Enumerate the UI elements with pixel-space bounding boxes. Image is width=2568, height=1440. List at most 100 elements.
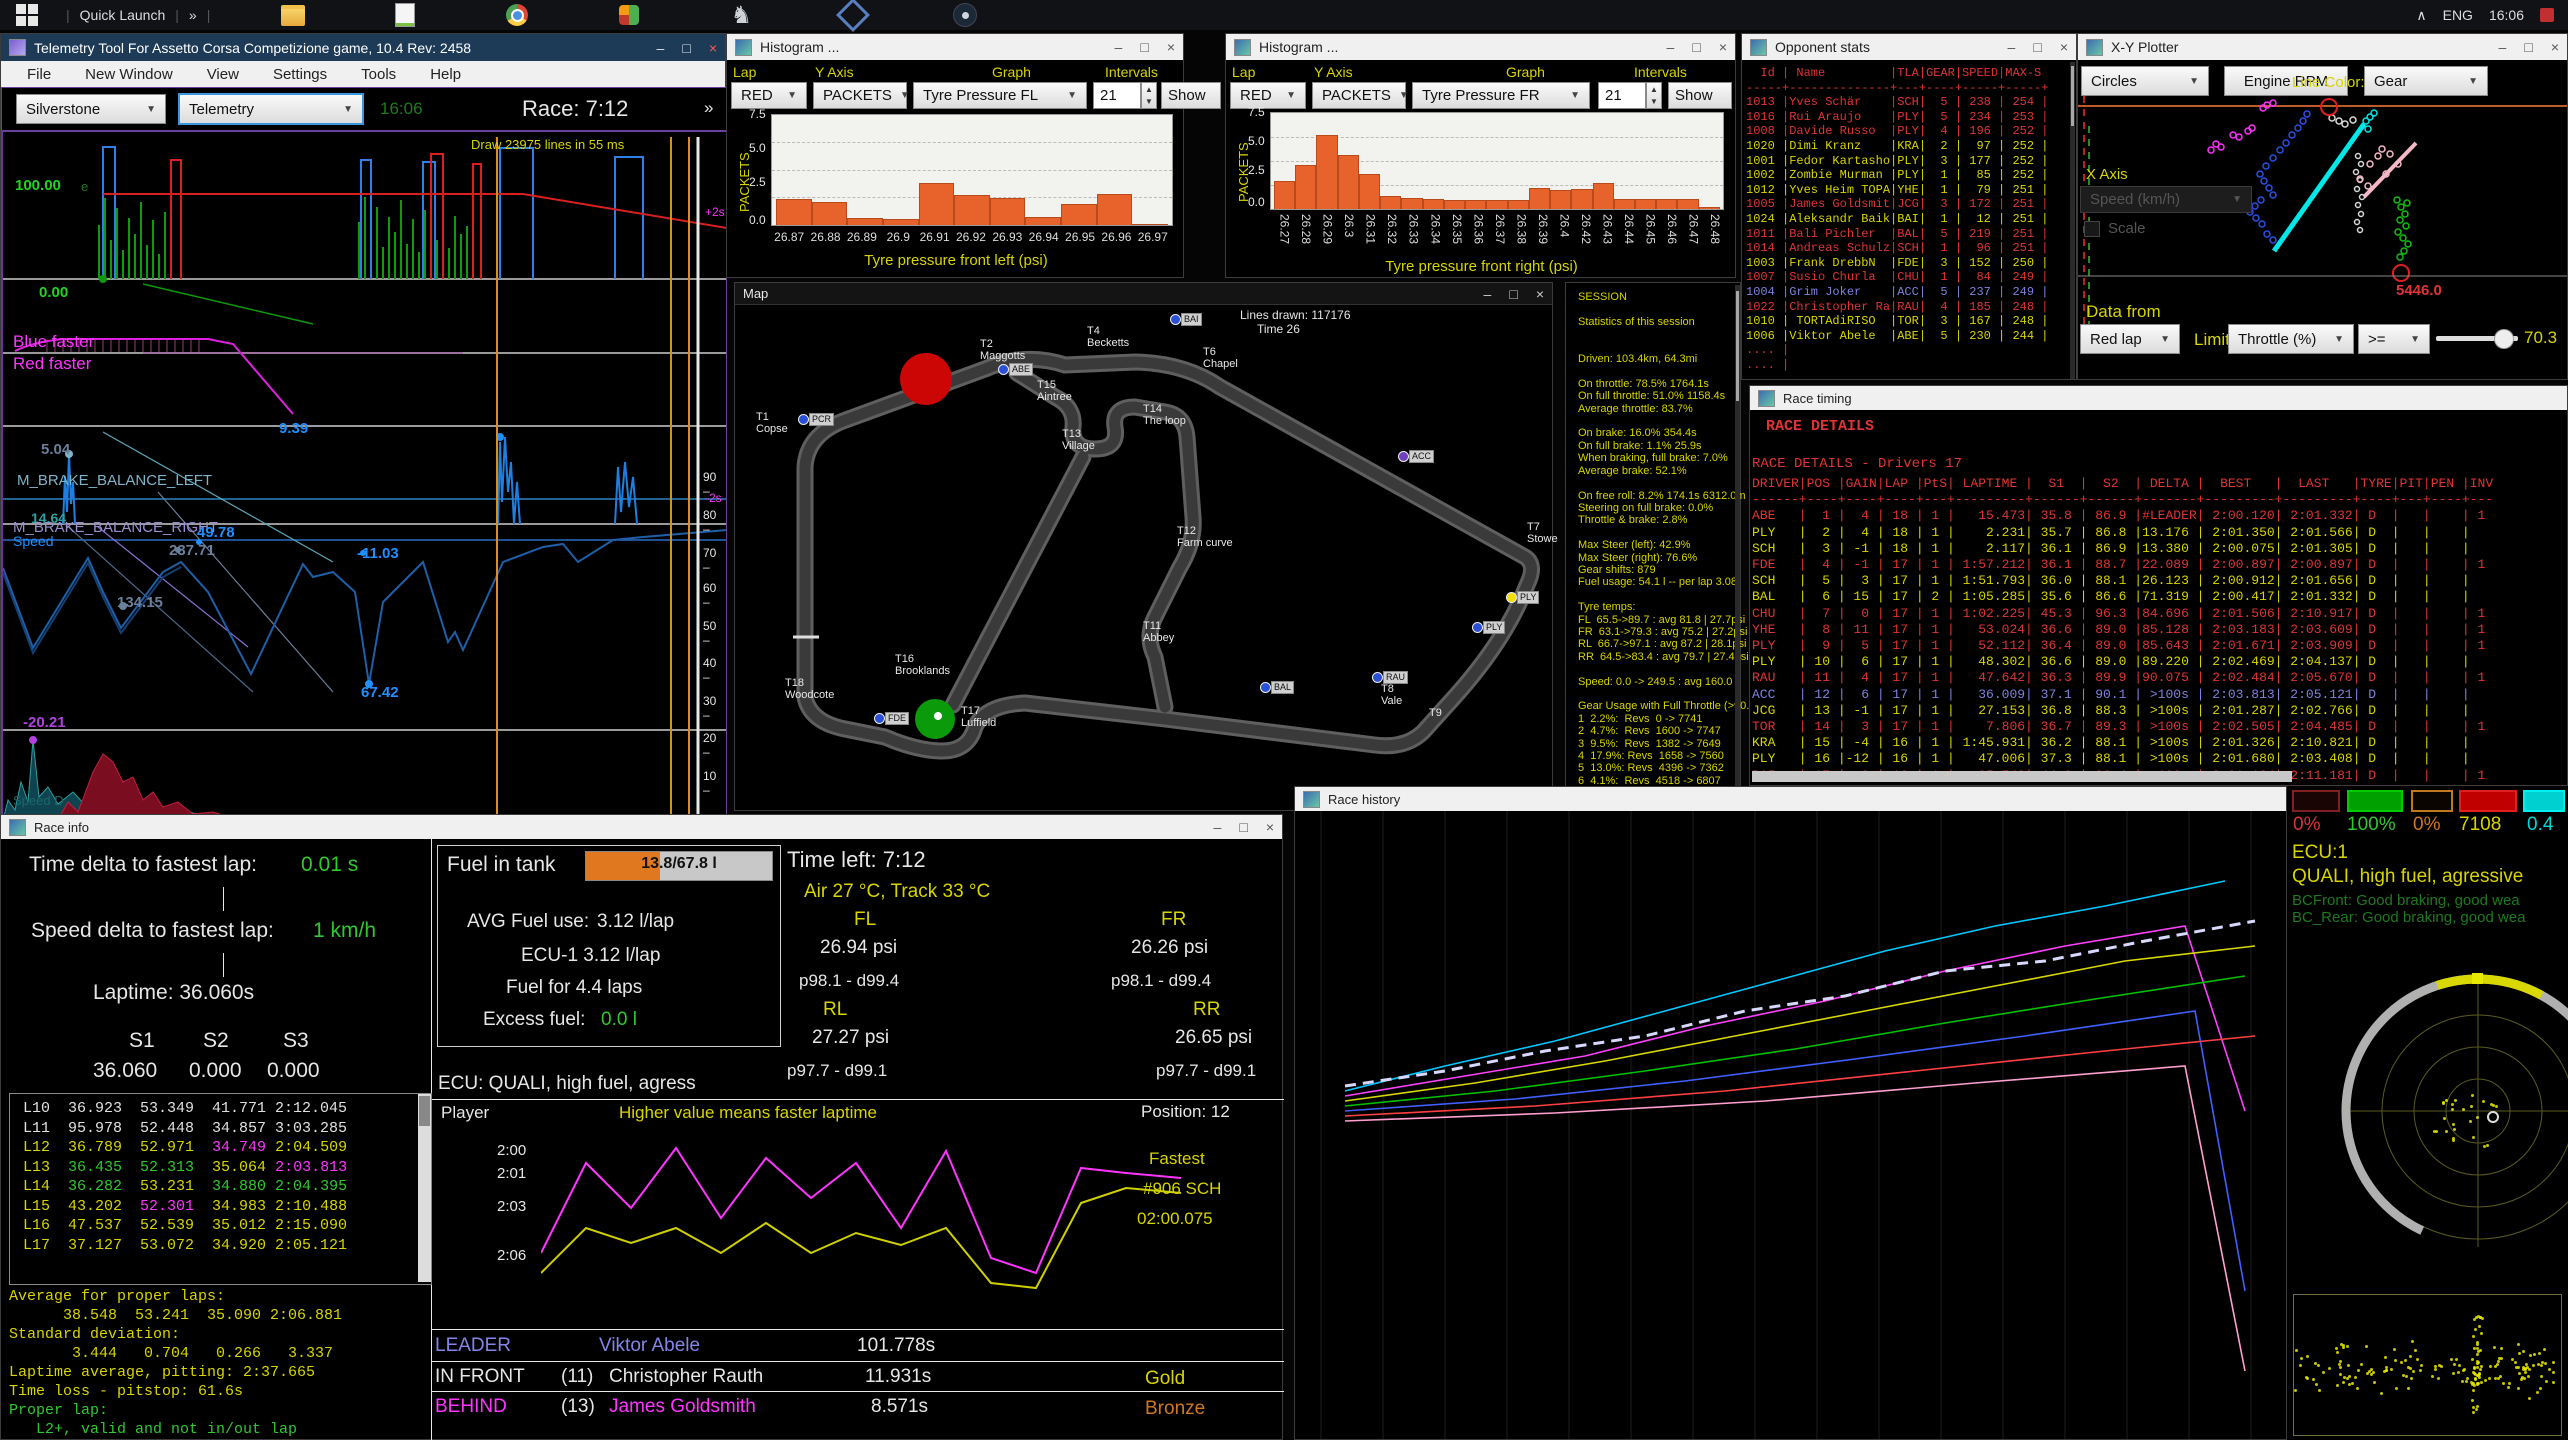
- histogram-fr-titlebar[interactable]: Histogram ... – □ ×: [1226, 34, 1735, 60]
- chrome-icon[interactable]: [504, 2, 530, 28]
- race-history-titlebar[interactable]: Race history: [1295, 787, 2286, 811]
- yaxis-select[interactable]: PACKETS▼: [1312, 82, 1406, 109]
- close-button[interactable]: ×: [1536, 286, 1544, 302]
- race-timing-titlebar[interactable]: Race timing: [1750, 386, 2567, 410]
- xy-plotter-titlebar[interactable]: X-Y Plotter – □ ×: [2078, 34, 2567, 60]
- maximize-button[interactable]: □: [1140, 39, 1148, 55]
- yaxis-select[interactable]: PACKETS▼: [813, 82, 907, 109]
- darkhorse-app-icon[interactable]: ♞: [728, 2, 754, 28]
- menu-new-window[interactable]: New Window: [85, 66, 173, 83]
- laptime-table[interactable]: L10 36.923 53.349 41.771 2:12.045 L11 95…: [14, 1099, 347, 1255]
- opponent-table[interactable]: Id | Name |TLA|GEAR|SPEED|MAX-S-----+---…: [1746, 66, 2048, 372]
- maximize-button[interactable]: □: [2524, 39, 2532, 55]
- close-button[interactable]: ×: [1719, 39, 1727, 55]
- intervals-stepper[interactable]: 21: [1093, 82, 1141, 109]
- race-timing-table[interactable]: DRIVER|POS |GAIN|LAP |PtS| LAPTIME | S1 …: [1752, 476, 2493, 784]
- stepper-arrows[interactable]: ▲▼: [1141, 82, 1157, 109]
- minimize-button[interactable]: –: [657, 40, 665, 56]
- axis-tick: 26.97: [1135, 230, 1171, 244]
- session-clock: 16:06: [380, 99, 423, 119]
- race-history-chart[interactable]: [1295, 811, 2286, 1439]
- map-titlebar[interactable]: Map – □ ×: [735, 283, 1552, 305]
- table-row: Speed: 0.0 -> 249.5 : avg 160.0: [1578, 676, 1769, 688]
- axis-tick: 26.93: [989, 230, 1025, 244]
- minimize-button[interactable]: –: [1214, 819, 1222, 835]
- maximize-button[interactable]: □: [1509, 286, 1517, 302]
- intervals-stepper[interactable]: 21: [1598, 82, 1646, 109]
- opponent-stats-titlebar[interactable]: Opponent stats – □ ×: [1742, 34, 2076, 60]
- quick-launch-label[interactable]: Quick Launch: [80, 7, 166, 23]
- stepper-arrows[interactable]: ▲▼: [1646, 82, 1662, 109]
- menu-view[interactable]: View: [207, 66, 239, 83]
- steam-icon[interactable]: [952, 2, 978, 28]
- prism-app-icon[interactable]: [616, 2, 642, 28]
- color-by-select[interactable]: Gear▼: [2364, 66, 2488, 96]
- maximize-button[interactable]: □: [682, 40, 690, 56]
- x-axis-select[interactable]: Speed (km/h)▼: [2080, 186, 2252, 213]
- table-row: L17 37.127 53.072 34.920 2:05.121: [14, 1236, 347, 1256]
- tray-expand-icon[interactable]: ∧: [2416, 7, 2426, 24]
- scrollbar[interactable]: [1735, 285, 1740, 789]
- maximize-button[interactable]: □: [1239, 819, 1247, 835]
- label: T2 Maggotts: [980, 338, 1025, 362]
- xy-plotter-window: X-Y Plotter – □ × Line Color: Circles▼ E…: [2077, 33, 2568, 380]
- menu-help[interactable]: Help: [430, 66, 461, 83]
- ytick: 2.5: [1248, 164, 1265, 178]
- label: S1: [129, 1029, 155, 1053]
- plot-mode-select[interactable]: Circles▼: [2081, 66, 2209, 96]
- lap-select[interactable]: RED▼: [731, 82, 807, 109]
- quick-launch-expand-icon[interactable]: »: [189, 7, 197, 23]
- minimize-button[interactable]: –: [2499, 39, 2507, 55]
- tray-language[interactable]: ENG: [2443, 7, 2473, 23]
- maximize-button[interactable]: □: [1692, 39, 1700, 55]
- lap-select[interactable]: RED▼: [1230, 82, 1306, 109]
- label: 50 –: [703, 620, 725, 648]
- close-button[interactable]: ×: [2060, 39, 2068, 55]
- close-button[interactable]: ×: [709, 40, 717, 56]
- menu-file[interactable]: File: [27, 66, 51, 83]
- limit-slider[interactable]: [2436, 336, 2518, 341]
- graph-select[interactable]: Tyre Pressure FR▼: [1412, 82, 1590, 109]
- track-map[interactable]: [735, 307, 1554, 812]
- close-button[interactable]: ×: [2551, 39, 2559, 55]
- minimize-button[interactable]: –: [1667, 39, 1675, 55]
- menu-tools[interactable]: Tools: [361, 66, 396, 83]
- show-button[interactable]: Show: [1161, 82, 1221, 109]
- show-button[interactable]: Show: [1668, 82, 1732, 109]
- graph-select[interactable]: Tyre Pressure FL▼: [913, 82, 1087, 109]
- close-button[interactable]: ×: [1266, 819, 1274, 835]
- view-select[interactable]: Telemetry▼: [178, 93, 364, 125]
- label: p97.7 - d99.1: [787, 1061, 887, 1081]
- data-from-select[interactable]: Red lap▼: [2080, 324, 2180, 354]
- telemetry-titlebar[interactable]: Telemetry Tool For Assetto Corsa Competi…: [1, 34, 725, 61]
- race-info-titlebar[interactable]: Race info – □ ×: [1, 815, 1282, 839]
- limit-op-select[interactable]: >=▼: [2358, 324, 2430, 354]
- notepad-icon[interactable]: [392, 2, 418, 28]
- virtualbox-icon[interactable]: [840, 2, 866, 28]
- minimize-button[interactable]: –: [1115, 39, 1123, 55]
- h-scrollbar[interactable]: [1752, 771, 2292, 782]
- histogram-bar: [1444, 200, 1465, 209]
- maximize-button[interactable]: □: [2033, 39, 2041, 55]
- menu-settings[interactable]: Settings: [273, 66, 327, 83]
- scale-checkbox[interactable]: Scale: [2084, 220, 2146, 237]
- tyre-scatter-box: [2293, 1294, 2562, 1436]
- explorer-icon[interactable]: [280, 2, 306, 28]
- scrollbar[interactable]: [2070, 62, 2075, 379]
- session-stats[interactable]: SESSION Statistics of this session Drive…: [1578, 291, 1769, 787]
- minimize-button[interactable]: –: [1484, 286, 1492, 302]
- label: RR: [1193, 999, 1220, 1021]
- tray-alert-icon[interactable]: [2540, 8, 2554, 22]
- start-button[interactable]: [14, 2, 40, 28]
- table-row: 1006 |Viktor Abele |ABE| 5 | 230 | 244 |: [1746, 329, 2048, 344]
- track-select[interactable]: Silverstone▼: [16, 94, 166, 124]
- expander-icon[interactable]: »: [704, 98, 713, 118]
- yaxis-label: Y Axis: [815, 64, 854, 80]
- close-button[interactable]: ×: [1167, 39, 1175, 55]
- limit-channel-select[interactable]: Throttle (%)▼: [2228, 324, 2354, 354]
- minimize-button[interactable]: –: [2008, 39, 2016, 55]
- scrollbar[interactable]: [418, 1094, 431, 1282]
- histogram-fl-titlebar[interactable]: Histogram ... – □ ×: [727, 34, 1183, 60]
- table-row: 1014 |Andreas Schulz|SCH| 1 | 96 | 251 |: [1746, 241, 2048, 256]
- tray-clock[interactable]: 16:06: [2489, 7, 2524, 23]
